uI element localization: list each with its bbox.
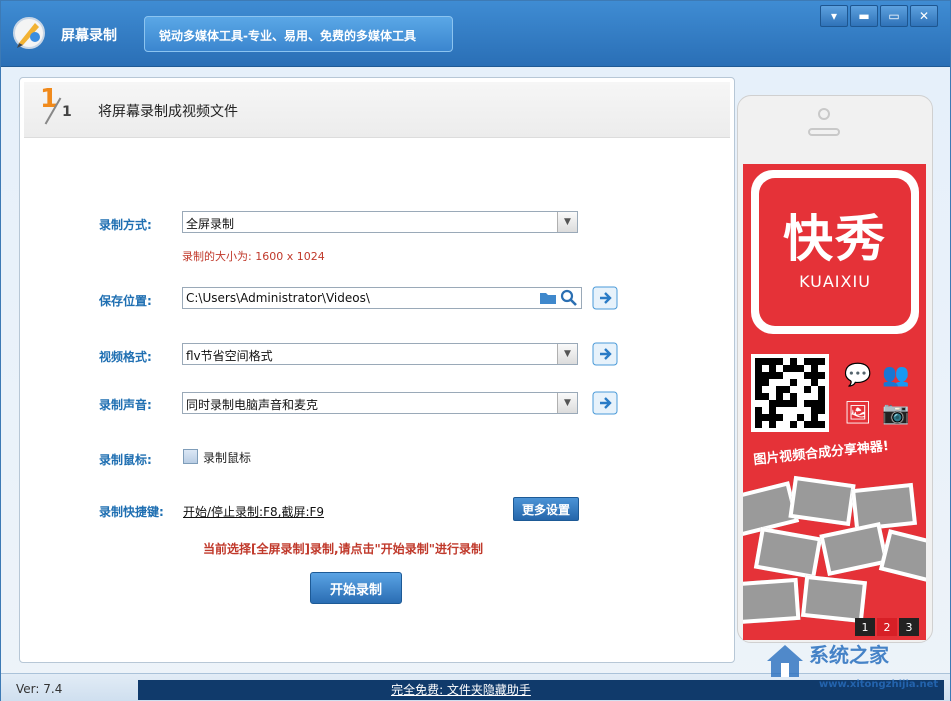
social-icons: 💬 👥 🖼 📷	[839, 356, 915, 432]
more-settings-button[interactable]: 更多设置	[513, 497, 579, 521]
app-title: 屏幕录制	[61, 28, 117, 44]
phone-speaker-icon	[808, 128, 840, 136]
save-path-input[interactable]: C:\Users\Administrator\Videos\	[182, 287, 582, 309]
chevron-down-icon[interactable]: ▼	[557, 393, 577, 413]
ad-brand-en: KUAIXIU	[799, 271, 871, 291]
chevron-down-icon[interactable]: ▼	[557, 344, 577, 364]
qr-code	[751, 354, 829, 432]
step-header: 1 1 将屏幕录制成视频文件	[24, 82, 730, 138]
format-label: 视频格式:	[99, 350, 152, 364]
record-size-note: 录制的大小为: 1600 x 1024	[182, 250, 325, 263]
hint-text: 当前选择[全屏录制]录制,请点击"开始录制"进行录制	[203, 542, 484, 556]
version-label: Ver: 7.4	[16, 682, 63, 696]
close-button[interactable]: ✕	[910, 5, 938, 27]
image-icon: 🖼	[844, 400, 872, 426]
users-icon: 👥	[882, 362, 910, 388]
title-bar[interactable]: 屏幕录制 锐动多媒体工具-专业、易用、免费的多媒体工具 ▾ ▬ ▭ ✕	[1, 1, 950, 67]
app-logo-icon	[13, 17, 45, 49]
phone-camera-icon	[818, 108, 830, 120]
mode-select-value: 全屏录制	[186, 217, 235, 231]
watermark-text: 系统之家	[809, 643, 889, 667]
house-logo-icon	[767, 645, 803, 677]
ad-slogan: 图片视频合成分享神器!	[752, 438, 890, 469]
start-record-button[interactable]: 开始录制	[310, 572, 402, 604]
minimize-button[interactable]: ▬	[850, 5, 878, 27]
format-select-value: flv节省空间格式	[186, 349, 273, 363]
audio-select[interactable]: 同时录制电脑声音和麦克 ▼	[182, 392, 578, 414]
mode-label: 录制方式:	[99, 218, 152, 232]
main-panel: 1 1 将屏幕录制成视频文件 录制方式: 全屏录制 ▼ 录制的大小为: 1600…	[19, 77, 735, 663]
kuaixiu-logo: 快秀 KUAIXIU	[751, 170, 919, 334]
search-icon[interactable]	[560, 289, 578, 307]
step-total: 1	[62, 104, 72, 120]
hotkey-label: 录制快捷键:	[99, 505, 164, 519]
camera-icon: 📷	[882, 400, 910, 426]
chevron-down-icon[interactable]: ▼	[557, 212, 577, 232]
window-controls: ▾ ▬ ▭ ✕	[820, 5, 938, 27]
save-label: 保存位置:	[99, 294, 152, 308]
format-arrow-button[interactable]	[592, 342, 618, 366]
slogan-banner: 锐动多媒体工具-专业、易用、免费的多媒体工具	[144, 16, 453, 52]
step-current: 1	[40, 84, 59, 114]
audio-arrow-button[interactable]	[592, 391, 618, 415]
mode-select[interactable]: 全屏录制 ▼	[182, 211, 578, 233]
folder-icon[interactable]	[539, 290, 557, 306]
site-watermark: 系统之家 www.xitongzhijia.net	[759, 631, 949, 697]
ad-screen[interactable]: 快秀 KUAIXIU 💬 👥 🖼 📷 图片视频合成分享神器!	[743, 164, 926, 640]
step-title: 将屏幕录制成视频文件	[98, 104, 238, 120]
record-mouse-checkbox[interactable]	[183, 449, 198, 464]
ad-brand-cn: 快秀	[783, 209, 887, 268]
chat-icon: 💬	[844, 362, 872, 388]
ad-panel[interactable]: 快秀 KUAIXIU 💬 👥 🖼 📷 图片视频合成分享神器! 1 2 3	[737, 95, 933, 643]
open-folder-arrow-button[interactable]	[592, 286, 618, 310]
audio-select-value: 同时录制电脑声音和麦克	[186, 398, 319, 412]
dropdown-menu-icon[interactable]: ▾	[820, 5, 848, 27]
save-path-value: C:\Users\Administrator\Videos\	[186, 291, 370, 305]
record-mouse-checkbox-label[interactable]: 录制鼠标	[203, 449, 251, 466]
mouse-label: 录制鼠标:	[99, 453, 152, 467]
photo-stack-illustration	[743, 475, 926, 640]
audio-label: 录制声音:	[99, 398, 152, 412]
watermark-url: www.xitongzhijia.net	[819, 679, 939, 690]
maximize-button[interactable]: ▭	[880, 5, 908, 27]
format-select[interactable]: flv节省空间格式 ▼	[182, 343, 578, 365]
app-window: 屏幕录制 锐动多媒体工具-专业、易用、免费的多媒体工具 ▾ ▬ ▭ ✕ 1 1 …	[0, 0, 951, 701]
hotkey-link[interactable]: 开始/停止录制:F8,截屏:F9	[183, 503, 324, 520]
promo-link[interactable]: 完全免费: 文件夹隐藏助手	[391, 683, 531, 697]
